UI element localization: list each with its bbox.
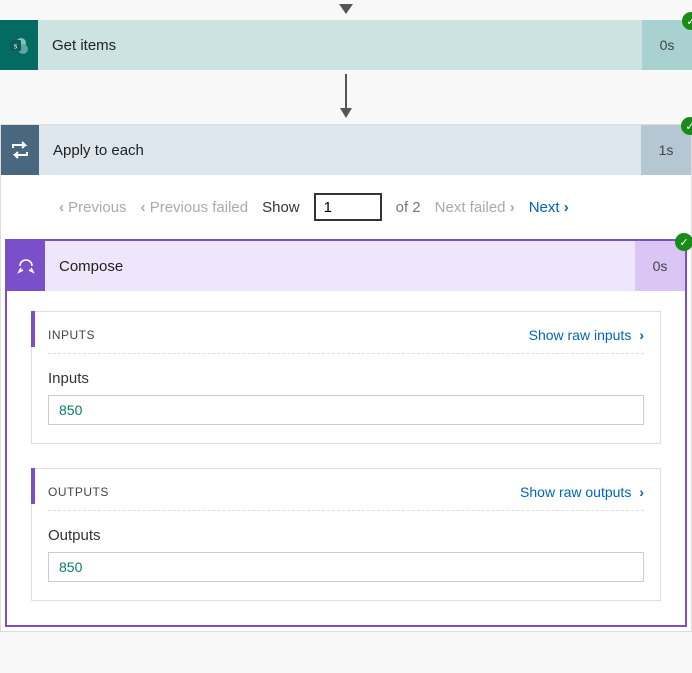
arrow-connector — [0, 70, 692, 124]
step-apply-to-each[interactable]: Apply to each 1s ✓ — [1, 125, 691, 175]
inputs-field-value: 850 — [48, 395, 644, 425]
pager-current-input[interactable] — [314, 193, 382, 221]
show-raw-outputs-link[interactable]: Show raw outputs › — [520, 484, 644, 500]
outputs-header: OUTPUTS — [48, 485, 109, 499]
step-compose-title: Compose — [45, 241, 635, 291]
success-badge-icon: ✓ — [681, 117, 692, 135]
inputs-section: INPUTS Show raw inputs › Inputs 850 — [31, 311, 661, 444]
success-badge-icon: ✓ — [675, 233, 692, 251]
pager-previous[interactable]: ‹ Previous — [59, 199, 127, 216]
sharepoint-icon: s — [0, 20, 38, 70]
chevron-right-icon: › — [639, 484, 644, 500]
compose-card: Compose 0s ✓ INPUTS Show raw inputs › In… — [5, 239, 687, 627]
apply-to-each-container: Apply to each 1s ✓ ‹ Previous ‹ Previous… — [0, 124, 692, 632]
outputs-field-label: Outputs — [48, 527, 644, 544]
inputs-field-label: Inputs — [48, 370, 644, 387]
pager-previous-failed[interactable]: ‹ Previous failed — [141, 199, 249, 216]
loop-icon — [1, 125, 39, 175]
outputs-field-value: 850 — [48, 552, 644, 582]
show-raw-inputs-link[interactable]: Show raw inputs › — [529, 327, 644, 343]
svg-text:s: s — [14, 41, 18, 51]
step-compose[interactable]: Compose 0s ✓ — [7, 241, 685, 291]
pager-next[interactable]: Next › — [529, 199, 569, 216]
pager-show-label: Show — [262, 199, 300, 216]
step-apply-title: Apply to each — [39, 125, 641, 175]
pager-of-text: of 2 — [396, 199, 421, 216]
inputs-header: INPUTS — [48, 328, 95, 342]
arrow-incoming-top — [0, 0, 692, 20]
chevron-right-icon: › — [639, 327, 644, 343]
step-get-items-title: Get items — [38, 20, 642, 70]
iteration-pager: ‹ Previous ‹ Previous failed Show of 2 N… — [1, 175, 691, 239]
pager-next-failed[interactable]: Next failed › — [435, 199, 515, 216]
compose-icon — [7, 241, 45, 291]
step-get-items[interactable]: s Get items 0s ✓ — [0, 20, 692, 70]
outputs-section: OUTPUTS Show raw outputs › Outputs 850 — [31, 468, 661, 601]
